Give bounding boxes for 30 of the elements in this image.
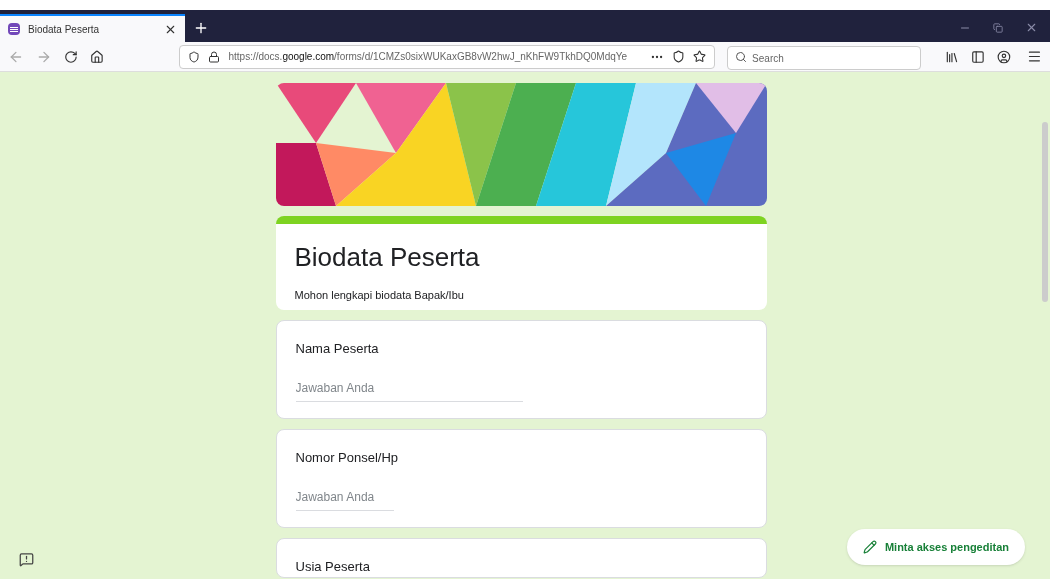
form-title: Biodata Peserta (294, 241, 481, 274)
question-label: Usia Peserta (295, 558, 371, 576)
library-icon[interactable] (945, 49, 960, 64)
feedback-icon[interactable] (19, 552, 34, 567)
new-tab-icon[interactable] (193, 20, 209, 36)
question-label: Nama Peserta (295, 340, 380, 358)
url-bar[interactable]: https://docs.google.com/forms/d/1CMZs0sixWUKaxGB8vW2hwJ_nKhFW9TkhDQ0MdqYe (179, 44, 716, 69)
star-icon[interactable] (693, 50, 707, 63)
answer-field[interactable]: Jawaban Anda (295, 378, 523, 402)
lock-icon (208, 50, 221, 63)
home-icon[interactable] (89, 49, 104, 64)
edit-access-button[interactable]: Minta akses pengeditan (846, 529, 1025, 565)
shield-icon[interactable] (188, 50, 201, 63)
tab-title: Biodata Peserta (28, 22, 101, 37)
question-label: Nomor Ponsel/Hp (295, 449, 400, 467)
menu-icon[interactable] (1027, 49, 1042, 64)
scrollbar[interactable] (1042, 122, 1048, 302)
reload-icon[interactable] (63, 49, 78, 64)
url-text: https://docs.google.com/forms/d/1CMZs0sixWUKaxGB8vW2hwJ_nKhFW9TkhDQ0MdqYe (228, 50, 629, 64)
restore-icon[interactable] (993, 22, 1003, 33)
browser-tab[interactable]: Biodata Peserta (0, 14, 185, 42)
pencil-icon (862, 540, 877, 554)
forms-icon (8, 23, 20, 35)
form-description: Mohon lengkapi biodata Bapak/Ibu (294, 288, 465, 303)
sidebar-icon[interactable] (971, 49, 986, 64)
close-window-icon[interactable] (1025, 21, 1038, 34)
answer-field[interactable]: Jawaban Anda (295, 487, 394, 511)
search-icon (735, 50, 748, 63)
search-field[interactable]: Search (727, 46, 922, 70)
account-icon[interactable] (997, 49, 1012, 64)
